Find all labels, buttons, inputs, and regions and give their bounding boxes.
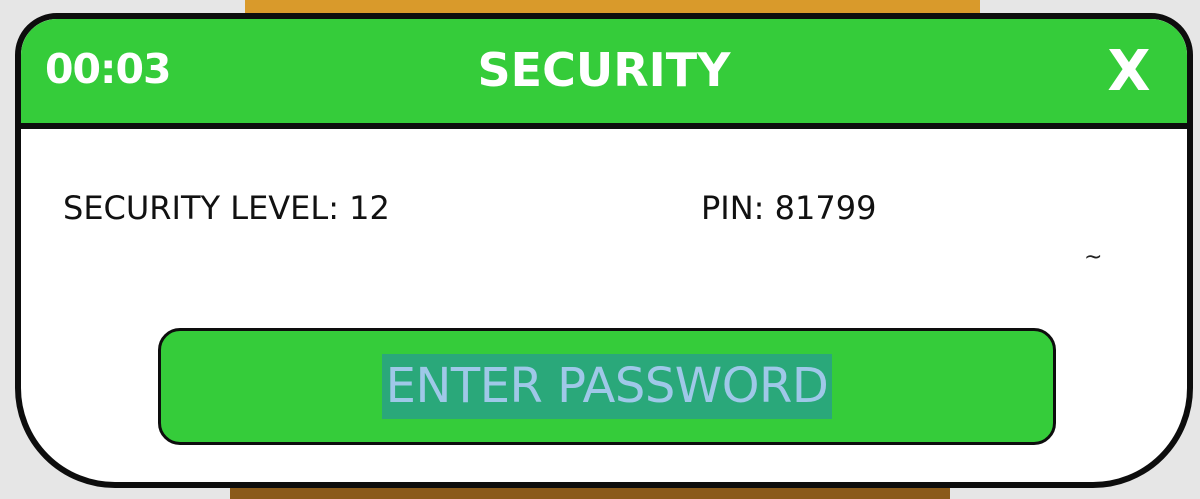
title-bar: 00:03 SECURITY X <box>21 19 1187 129</box>
security-level-text: SECURITY LEVEL: 12 <box>63 189 390 227</box>
tilde-mark: ~ <box>1084 245 1103 270</box>
pin-text: PIN: 81799 <box>701 189 877 227</box>
security-dialog: 00:03 SECURITY X SECURITY LEVEL: 12 PIN:… <box>15 13 1193 488</box>
close-button[interactable]: X <box>1099 39 1159 104</box>
enter-password-button[interactable]: ENTER PASSWORD <box>158 328 1056 445</box>
enter-password-label: ENTER PASSWORD <box>381 353 833 420</box>
dialog-title: SECURITY <box>477 43 731 97</box>
